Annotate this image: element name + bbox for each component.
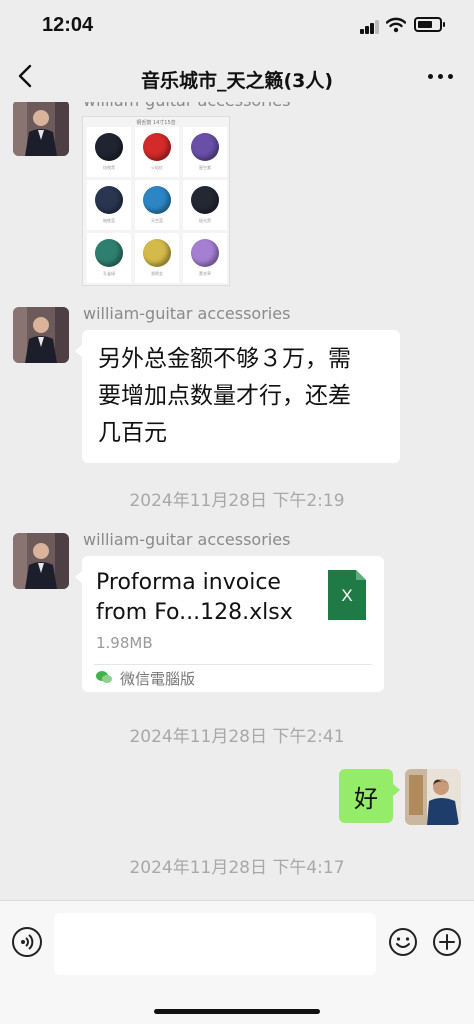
drum-product-cell: 星空紫 (183, 127, 227, 177)
home-indicator (154, 1009, 320, 1014)
drum-product-cell: 炫夜黑 (87, 127, 131, 177)
voice-input-button[interactable] (12, 927, 42, 957)
status-bar: 12:04 (0, 0, 474, 52)
file-name: Proforma invoice from Fo...128.xlsx (96, 568, 316, 628)
file-name-line: Proforma invoice (96, 570, 281, 595)
sender-name: william-guitar accessories (83, 102, 290, 110)
drum-caption: 星空紫 (199, 165, 211, 170)
divider (94, 664, 372, 665)
text-message-bubble[interactable]: 另外总金额不够３万，需 要增加点数量才行，还差 几百元 (75, 330, 400, 463)
chat-message-list[interactable]: william-guitar accessories 钢舌鼓 14寸15音 炫夜… (0, 102, 474, 900)
product-image-message[interactable]: 钢舌鼓 14寸15音 炫夜黑 火焰红 星空紫暗夜蓝 天空蓝 极光黑孔雀绿 香槟金 薰衣草 (82, 116, 230, 286)
voice-wave-icon (21, 934, 34, 950)
drum-caption: 火焰红 (151, 165, 163, 170)
message-line: 几百元 (98, 420, 167, 446)
drum-caption: 天空蓝 (151, 218, 163, 223)
avatar[interactable] (13, 102, 69, 156)
message-text: 好 (354, 785, 378, 813)
emoji-icon[interactable] (388, 927, 418, 957)
excel-file-letter: X (341, 586, 353, 605)
self-text-message-bubble[interactable]: 好 (339, 769, 400, 823)
drum-product-cell: 火焰红 (135, 127, 179, 177)
cellular-signal-icon (360, 20, 380, 34)
input-bar (0, 900, 474, 1024)
tongue-drum (95, 239, 123, 267)
wifi-icon (386, 17, 406, 33)
wechat-source-icon (96, 671, 112, 683)
message-line: 要增加点数量才行，还差 (98, 383, 351, 409)
file-size: 1.98MB (96, 634, 153, 652)
avatar[interactable] (13, 307, 69, 363)
sender-name: william-guitar accessories (83, 304, 291, 323)
timestamp: 2024年11月28日 下午2:41 (129, 727, 345, 747)
file-message-bubble[interactable]: Proforma invoice from Fo...128.xlsx X 1.… (75, 556, 384, 692)
bubble-tail (392, 783, 400, 797)
tongue-drum (95, 133, 123, 161)
image-label: 钢舌鼓 14寸15音 (136, 120, 176, 126)
tongue-drum (191, 133, 219, 161)
avatar[interactable] (13, 533, 69, 589)
status-time: 12:04 (42, 14, 94, 36)
timestamp: 2024年11月28日 下午2:19 (129, 491, 345, 511)
bubble-tail (75, 344, 83, 358)
drum-caption: 炫夜黑 (103, 165, 115, 170)
message-line: 另外总金额不够３万，需 (98, 346, 351, 372)
nav-bar: 音乐城市_天之籁(3人) (0, 52, 474, 102)
drum-product-cell: 天空蓝 (135, 180, 179, 230)
file-name-line: from Fo...128.xlsx (96, 600, 293, 625)
timestamp: 2024年11月28日 下午4:17 (129, 858, 345, 878)
drum-caption: 极光黑 (199, 218, 211, 223)
drum-caption: 孔雀绿 (103, 271, 115, 276)
chat-title: 音乐城市_天之籁(3人) (140, 70, 334, 92)
drum-product-cell: 孔雀绿 (87, 233, 131, 283)
drum-caption: 香槟金 (151, 271, 163, 276)
drum-caption: 暗夜蓝 (103, 218, 115, 223)
bubble-tail (75, 570, 83, 584)
tongue-drum (95, 186, 123, 214)
drum-product-cell: 香槟金 (135, 233, 179, 283)
drum-caption: 薰衣草 (199, 271, 211, 276)
drum-product-cell: 暗夜蓝 (87, 180, 131, 230)
tongue-drum (143, 186, 171, 214)
tongue-drum (191, 239, 219, 267)
sender-name: william-guitar accessories (83, 530, 291, 549)
plus-icon[interactable] (432, 927, 462, 957)
file-source-label: 微信電腦版 (120, 670, 196, 688)
tongue-drum (143, 239, 171, 267)
battery-icon (414, 17, 445, 32)
drum-product-cell: 极光黑 (183, 180, 227, 230)
tongue-drum (191, 186, 219, 214)
drum-product-cell: 薰衣草 (183, 233, 227, 283)
self-avatar[interactable] (405, 769, 461, 825)
tongue-drum (143, 133, 171, 161)
message-input[interactable] (54, 913, 376, 975)
more-options-icon[interactable] (428, 74, 454, 80)
battery-fill (418, 21, 432, 28)
